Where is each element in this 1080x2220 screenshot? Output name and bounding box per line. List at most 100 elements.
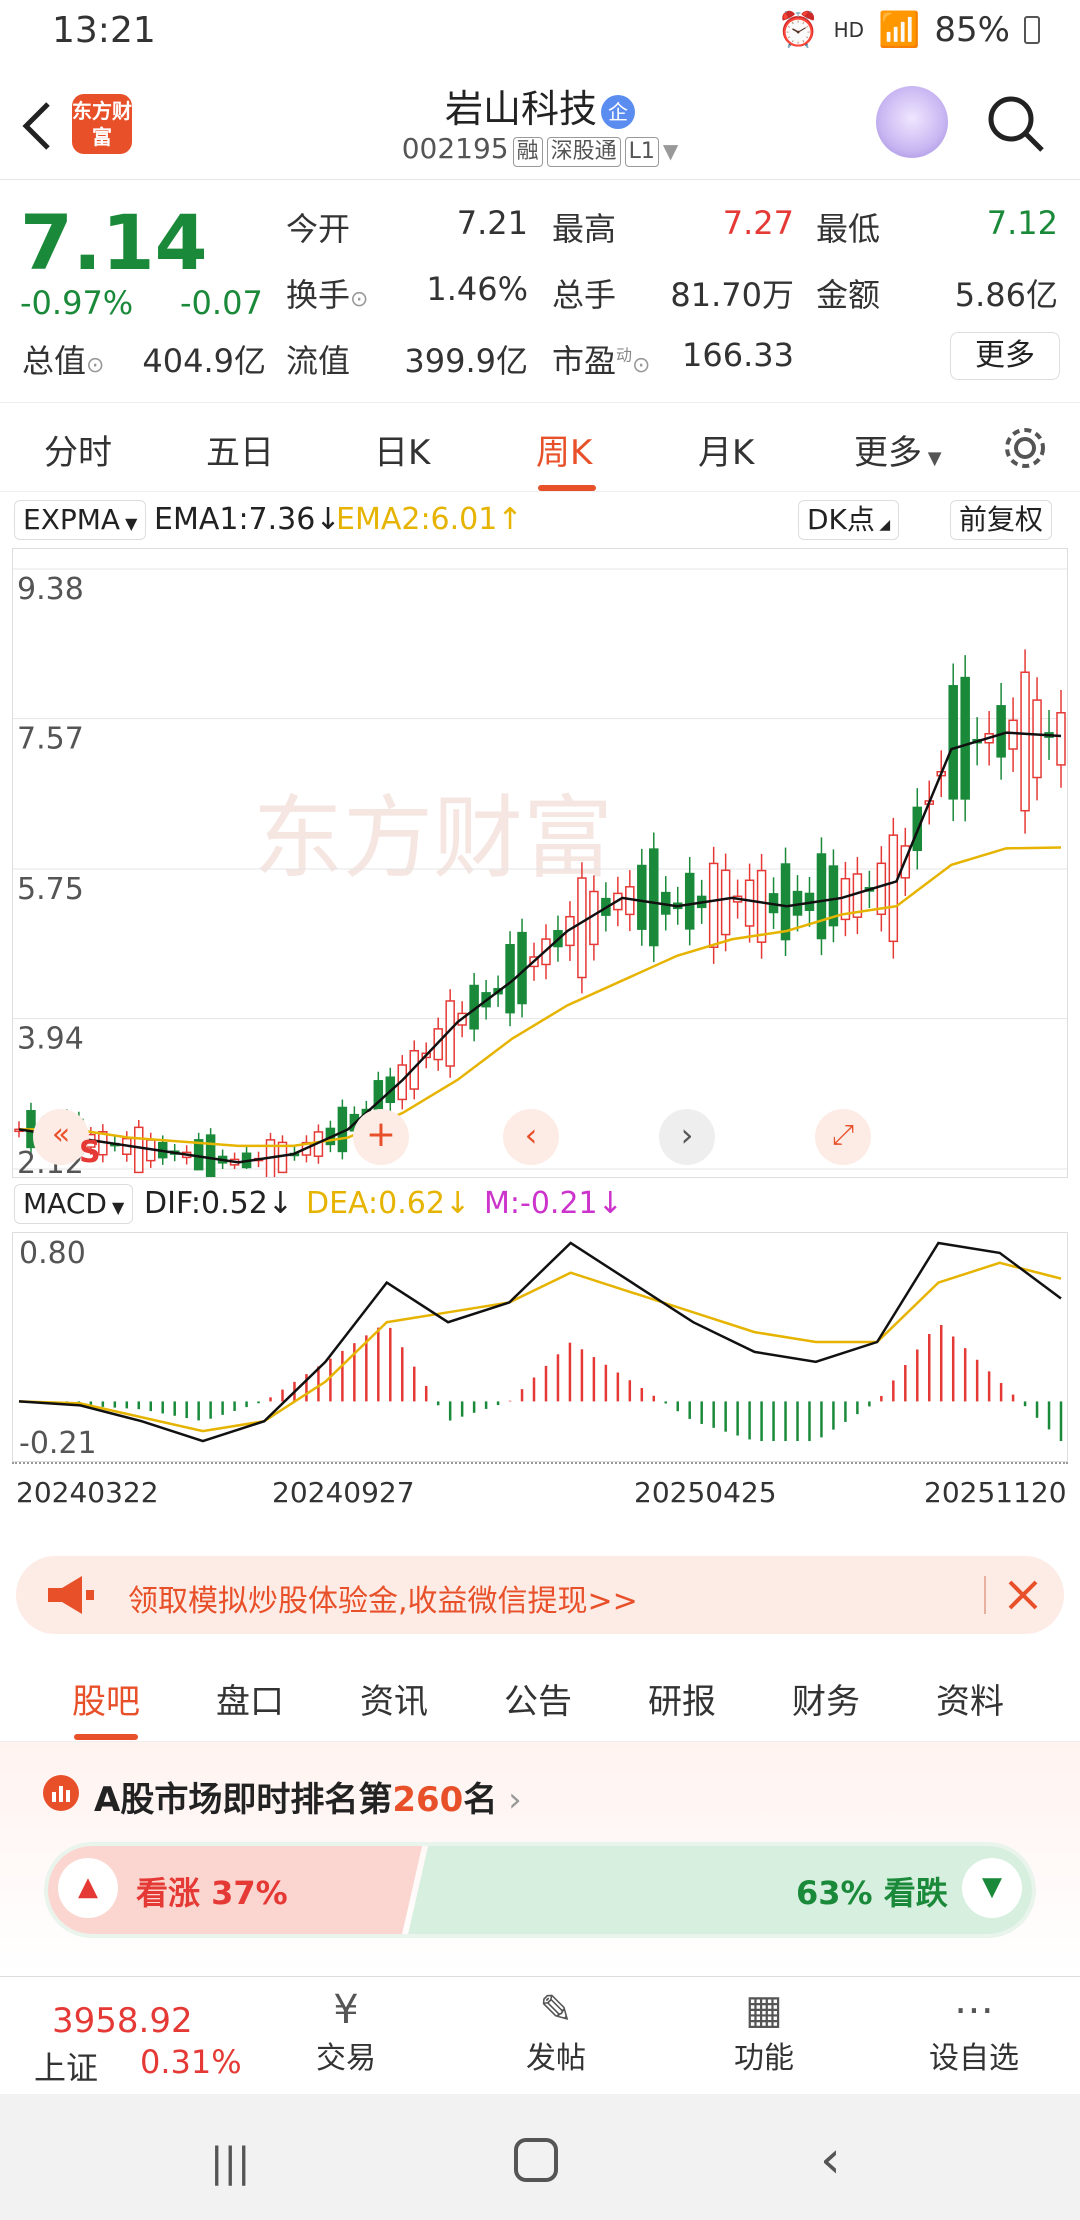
- enterprise-badge-icon: 企: [601, 94, 635, 129]
- rank-chart-icon: [43, 1775, 79, 1811]
- scroll-right-icon[interactable]: ›: [659, 1109, 715, 1165]
- vote-bar: ▲ 看涨 37% 63% 看跌 ▼: [44, 1842, 1036, 1938]
- tab-finance[interactable]: 财务: [792, 1674, 860, 1723]
- alarm-icon: ⏰: [777, 10, 820, 50]
- kline-indicator-bar: EXPMA ▼ EMA1:7.36↓ EMA2:6.01↑ DK点 ◢ 前复权: [0, 492, 1080, 548]
- robot-assistant-icon[interactable]: [876, 86, 948, 158]
- candle-body: [960, 676, 970, 800]
- tab-research[interactable]: 研报: [648, 1674, 716, 1723]
- price-axis-label: 3.94: [17, 1022, 84, 1057]
- change-amount: -0.07: [180, 284, 263, 322]
- date-label-1: 20240322: [16, 1476, 159, 1509]
- tab-daily-k[interactable]: 日K: [374, 425, 430, 474]
- functions-button[interactable]: ▦ 功能: [694, 1987, 834, 2077]
- stat-label-mktcap: 总值⊙: [22, 342, 105, 380]
- index-change: 0.31%: [140, 2043, 242, 2081]
- search-icon[interactable]: [984, 92, 1048, 156]
- tag-level: L1: [624, 137, 659, 167]
- tab-news[interactable]: 资讯: [360, 1674, 428, 1723]
- rank-text[interactable]: A股市场即时排名第260名 ›: [94, 1772, 522, 1821]
- info-circle-icon: ⊙: [86, 353, 105, 378]
- bottom-toolbar: 3958.92 上证 0.31% ¥ 交易 ✎ 发帖 ▦ 功能 ⋯ 设自选: [0, 1976, 1080, 2094]
- status-bar: 13:21 ⏰ HD 📶 85%: [0, 0, 1080, 64]
- kline-chart[interactable]: 东方财富 9.387.575.753.942.12 « S + ‹ › ⤢: [12, 548, 1068, 1181]
- promo-banner[interactable]: 领取模拟炒股体验金,收益微信提现>>: [16, 1556, 1064, 1634]
- candle-body: [876, 862, 887, 916]
- home-icon[interactable]: [514, 2138, 558, 2182]
- adjust-button[interactable]: 前复权: [950, 500, 1053, 540]
- candle-body: [720, 869, 731, 936]
- vote-down-button[interactable]: ▼: [962, 1858, 1022, 1918]
- index-name: 上证: [34, 2049, 99, 2087]
- indicator-selector[interactable]: EXPMA ▼: [14, 500, 147, 540]
- post-button[interactable]: ✎ 发帖: [486, 1987, 626, 2077]
- tab-more[interactable]: 更多 ▼: [854, 425, 942, 474]
- dk-point-button[interactable]: DK点 ◢: [798, 500, 900, 540]
- ema1-value: EMA1:7.36↓: [154, 502, 341, 537]
- stat-value-low: 7.12: [986, 204, 1058, 242]
- candle-body: [996, 705, 1006, 758]
- candle-body: [637, 864, 647, 930]
- dropdown-triangle-icon: ▼: [106, 1198, 125, 1217]
- tab-announcements[interactable]: 公告: [504, 1674, 572, 1723]
- megaphone-icon: [48, 1576, 94, 1614]
- index-value[interactable]: 3958.92: [52, 2001, 193, 2041]
- dropdown-triangle-icon: ▼: [922, 448, 942, 469]
- close-icon[interactable]: [1004, 1576, 1042, 1614]
- add-watchlist-button[interactable]: ⋯ 设自选: [904, 1987, 1044, 2077]
- status-icons: ⏰ HD 📶 85%: [777, 10, 1040, 50]
- dropdown-triangle-icon: ▼: [662, 139, 679, 163]
- kline-svg: 东方财富 9.387.575.753.942.12: [13, 568, 1067, 1181]
- dif-value: DIF:0.52↓: [144, 1186, 293, 1221]
- system-back-icon[interactable]: ‹: [820, 2130, 841, 2190]
- rank-number: 260: [392, 1780, 464, 1820]
- arrow-down-icon: ↓: [444, 1186, 471, 1221]
- stat-label-volume: 总手: [552, 276, 617, 314]
- macd-chart[interactable]: 0.80 -0.21: [12, 1232, 1068, 1462]
- candle-body: [816, 853, 827, 940]
- tab-five-day[interactable]: 五日: [206, 425, 274, 474]
- zoom-in-icon[interactable]: +: [353, 1109, 409, 1165]
- arrow-up-icon: ↑: [497, 502, 523, 537]
- vote-up-button[interactable]: ▲: [58, 1858, 118, 1918]
- divider: [984, 1576, 986, 1614]
- tab-order-book[interactable]: 盘口: [216, 1674, 284, 1723]
- candle-body: [684, 872, 695, 930]
- vote-up-label: 看涨 37%: [136, 1874, 288, 1912]
- candle-body: [649, 848, 659, 947]
- price-axis-label: 7.57: [17, 722, 84, 757]
- current-price: 7.14: [20, 198, 208, 287]
- trade-button[interactable]: ¥ 交易: [276, 1987, 416, 2077]
- stat-value-pe: 166.33: [682, 336, 794, 374]
- more-stats-button[interactable]: 更多: [950, 332, 1060, 380]
- rank-panel: A股市场即时排名第260名 › ▲ 看涨 37% 63% 看跌 ▼: [0, 1742, 1080, 1976]
- tab-weekly-k[interactable]: 周K: [536, 425, 592, 474]
- candle-body: [1056, 712, 1066, 766]
- candle-body: [1020, 671, 1030, 812]
- yen-icon: ¥: [333, 1987, 359, 2033]
- edit-icon: ✎: [539, 1987, 573, 2033]
- content-tabs: 股吧 盘口 资讯 公告 研报 财务 资料: [0, 1650, 1080, 1742]
- tab-forum[interactable]: 股吧: [72, 1674, 140, 1723]
- tag-connect: 深股通: [546, 137, 621, 167]
- tab-monthly-k[interactable]: 月K: [698, 425, 754, 474]
- price-axis-label: 9.38: [17, 572, 84, 607]
- tab-intraday[interactable]: 分时: [44, 425, 112, 474]
- pe-superscript: 动: [616, 345, 633, 365]
- scroll-left-icon[interactable]: ‹: [503, 1109, 559, 1165]
- candle-body: [756, 869, 767, 943]
- stat-label-float: 流值: [286, 342, 351, 380]
- macd-selector[interactable]: MACD ▼: [14, 1184, 134, 1224]
- tab-profile[interactable]: 资料: [936, 1674, 1004, 1723]
- info-circle-icon: ⊙: [632, 353, 651, 378]
- watermark: 东方财富: [253, 786, 613, 891]
- stat-value-mktcap: 404.9亿: [142, 342, 266, 380]
- fullscreen-icon[interactable]: ⤢: [815, 1109, 871, 1165]
- stat-value-float: 399.9亿: [404, 342, 528, 380]
- date-axis-ticks: [12, 1462, 1068, 1470]
- recent-apps-icon[interactable]: |||: [210, 2140, 250, 2186]
- change-percent: -0.97%: [20, 284, 134, 322]
- candle-body: [888, 834, 899, 943]
- ema2-value: EMA2:6.01↑: [336, 502, 523, 537]
- gear-icon[interactable]: [1000, 423, 1050, 473]
